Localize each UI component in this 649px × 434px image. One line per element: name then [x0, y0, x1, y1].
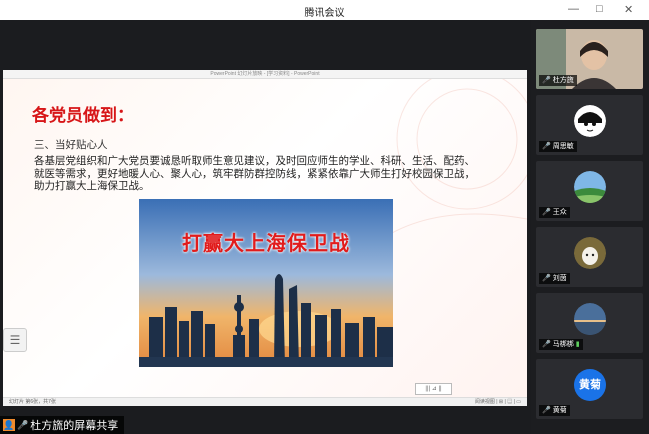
shanghai-banner-image: 打赢大上海保卫战 — [139, 199, 393, 367]
share-label: 杜方旒的屏幕共享 — [30, 420, 119, 432]
list-icon[interactable]: ☰ — [3, 328, 27, 352]
microphone-icon: 🎤 — [17, 419, 29, 430]
avatar — [574, 237, 606, 269]
person-icon: 👤 — [3, 419, 15, 431]
participant-name: 🎤 刘茵 — [539, 273, 570, 284]
participant-tile[interactable]: 黄菊 🎤 黄菊 — [536, 359, 643, 419]
thumbnail-control[interactable]: ||| ⊿ || — [415, 383, 452, 395]
participant-name: 🎤 杜方旒 — [539, 75, 577, 86]
slide-subheading: 三、当好贴心人 — [34, 139, 108, 151]
participant-tile[interactable]: 🎤 刘茵 — [536, 227, 643, 287]
microphone-icon: 🎤 — [542, 209, 551, 216]
powerpoint-window: PowerPoint 幻灯片放映 - [学习资料] - PowerPoint 各… — [3, 70, 527, 406]
participant-name: 🎤 马梆梆 ▮ — [539, 339, 583, 350]
avatar: 黄菊 — [574, 369, 606, 401]
close-icon[interactable]: ✕ — [624, 3, 633, 16]
microphone-icon: 🎤 — [542, 341, 551, 348]
minimize-icon[interactable]: — — [568, 3, 579, 15]
slide-body: 各基层党组织和广大党员要诚恳听取师生意见建议，及时回应师生的学业、科研、生活、配… — [34, 155, 475, 192]
signal-icon: ▮ — [575, 341, 580, 348]
participant-tile[interactable]: 🎤 杜方旒 — [536, 29, 643, 89]
slide: 各党员做到： 三、当好贴心人 各基层党组织和广大党员要诚恳听取师生意见建议，及时… — [3, 79, 527, 397]
microphone-icon: 🎤 — [542, 77, 551, 84]
title-bar: 腾讯会议 — □ ✕ — [0, 0, 649, 20]
microphone-icon: 🎤 — [542, 143, 551, 150]
slide-heading: 各党员做到： — [32, 106, 134, 125]
avatar — [574, 105, 606, 137]
slide-counter: 幻灯片 第6张，共7张 — [9, 399, 56, 405]
participant-tile[interactable]: 🎤 马梆梆 ▮ — [536, 293, 643, 353]
window-title: 腾讯会议 — [304, 8, 345, 19]
shared-screen: PowerPoint 幻灯片放映 - [学习资料] - PowerPoint 各… — [0, 20, 531, 434]
participant-name: 🎤 周思敏 — [539, 141, 577, 152]
microphone-icon: 🎤 — [542, 275, 551, 282]
maximize-icon[interactable]: □ — [596, 3, 603, 15]
participant-tile[interactable]: 🎤 王众 — [536, 161, 643, 221]
avatar — [574, 171, 606, 203]
microphone-icon: 🎤 — [542, 407, 551, 414]
participant-name: 🎤 黄菊 — [539, 405, 570, 416]
view-controls[interactable]: 阅读视图 | ⊞ | ▤ | ▭ — [475, 398, 521, 406]
participant-name: 🎤 王众 — [539, 207, 570, 218]
status-bar: 幻灯片 第6张，共7张 阅读视图 | ⊞ | ▤ | ▭ — [3, 397, 527, 406]
participant-panel: 🎤 杜方旒 🎤 周思敏 🎤 王众 🎤 刘茵 🎤 马梆梆 ▮ 黄菊 🎤 黄菊 — [531, 20, 649, 434]
screen-share-label: 👤 🎤 杜方旒的屏幕共享 — [0, 416, 125, 434]
participant-tile[interactable]: 🎤 周思敏 — [536, 95, 643, 155]
banner-text: 打赢大上海保卫战 — [182, 233, 350, 255]
powerpoint-title: PowerPoint 幻灯片放映 - [学习资料] - PowerPoint — [3, 70, 527, 79]
avatar — [574, 303, 606, 335]
